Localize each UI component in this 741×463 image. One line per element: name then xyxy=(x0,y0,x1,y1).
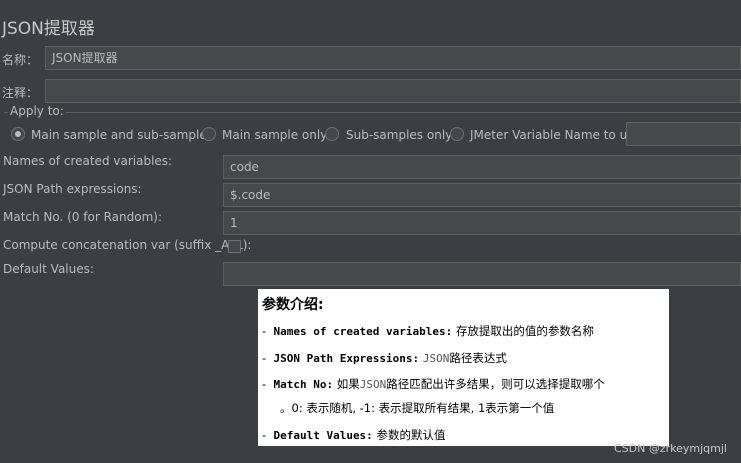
concatenation-checkbox[interactable] xyxy=(228,240,241,253)
concatenation-label: Compute concatenation var (suffix _ALL): xyxy=(3,238,252,252)
default-values-label: Default Values: xyxy=(3,262,94,276)
names-of-variables-input[interactable]: code xyxy=(223,155,741,179)
radio-main-and-sub-label: Main sample and sub-samples xyxy=(31,128,213,142)
overlay-heading: 参数介绍: xyxy=(262,297,324,313)
default-values-input[interactable] xyxy=(223,262,741,286)
name-input[interactable]: JSON提取器 xyxy=(45,46,741,70)
overlay-item-continuation: 。0: 表示随机, -1: 表示提取所有结果, 1表示第一个值 xyxy=(280,401,555,415)
radio-main-only[interactable] xyxy=(202,127,216,141)
overlay-item: - Names of created variables: 存放提取出的值的参数… xyxy=(262,324,594,338)
comment-label: 注释： xyxy=(2,86,39,100)
overlay-item: - JSON Path Expressions: JSON路径表达式 xyxy=(262,351,507,365)
json-path-input[interactable]: $.code xyxy=(223,183,741,207)
radio-jmeter-variable-label: JMeter Variable Name to use xyxy=(470,128,641,142)
names-of-variables-label: Names of created variables: xyxy=(3,154,173,168)
radio-jmeter-variable[interactable] xyxy=(450,127,464,141)
jmeter-variable-input[interactable] xyxy=(626,122,741,146)
overlay-item: - Default Values: 参数的默认值 xyxy=(262,428,446,442)
radio-sub-only-label: Sub-samples only xyxy=(346,128,453,142)
radio-main-and-sub[interactable] xyxy=(11,127,25,141)
comment-input[interactable] xyxy=(45,79,741,103)
watermark: CSDN @zrkeymjqmjl xyxy=(614,442,727,455)
radio-main-only-label: Main sample only xyxy=(222,128,328,142)
radio-sub-only[interactable] xyxy=(325,127,339,141)
overlay-item: - Match No: 如果JSON路径匹配出许多结果，则可以选择提取哪个 xyxy=(262,377,605,391)
parameter-explanation-panel: 参数介绍: - Names of created variables: 存放提取… xyxy=(258,289,669,446)
panel-title: JSON提取器 xyxy=(2,19,95,39)
name-label: 名称： xyxy=(2,53,39,67)
apply-to-legend: Apply to: xyxy=(8,104,66,118)
match-no-input[interactable]: 1 xyxy=(223,211,741,235)
match-no-label: Match No. (0 for Random): xyxy=(3,210,163,224)
apply-to-group-border xyxy=(4,112,741,113)
json-path-label: JSON Path expressions: xyxy=(3,182,142,196)
